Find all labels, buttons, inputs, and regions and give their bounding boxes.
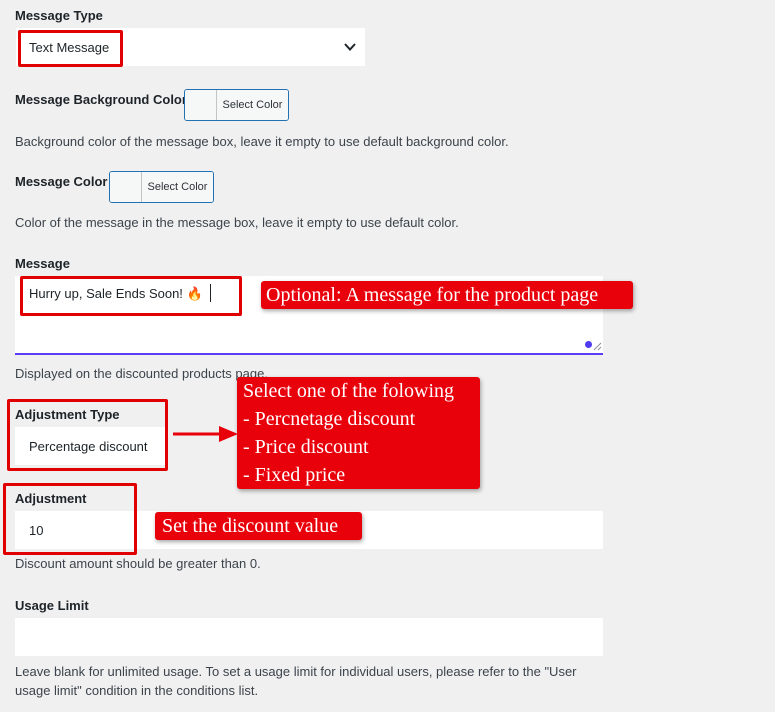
message-color-label: Message Color bbox=[15, 174, 108, 189]
chevron-down-icon bbox=[344, 43, 356, 51]
usage-limit-input[interactable] bbox=[15, 618, 603, 656]
message-color-swatch bbox=[110, 172, 142, 202]
message-background-color-label: Message Background Color bbox=[15, 92, 187, 107]
message-select-color-button[interactable]: Select Color bbox=[142, 172, 213, 202]
adjustment-description: Discount amount should be greater than 0… bbox=[15, 556, 261, 571]
message-callout-text: Optional: A message for the product page bbox=[266, 284, 599, 306]
arrow-right-icon bbox=[173, 426, 238, 442]
type-callout-line1: Select one of the folowing bbox=[243, 380, 455, 402]
adjustment-callout: Set the discount value bbox=[155, 512, 362, 540]
message-color-picker[interactable]: Select Color bbox=[109, 171, 214, 203]
adjustment-type-callout: Select one of the folowing - Percnetage … bbox=[237, 377, 480, 489]
type-callout-line3: - Price discount bbox=[243, 436, 369, 458]
background-color-swatch bbox=[185, 90, 217, 120]
resize-handle-icon[interactable] bbox=[593, 342, 602, 351]
type-callout-line2: - Percnetage discount bbox=[243, 408, 416, 430]
annotation-box-adjustment-type bbox=[7, 399, 168, 471]
annotation-box-message-type bbox=[18, 30, 123, 67]
message-background-color-description: Background color of the message box, lea… bbox=[15, 134, 509, 149]
message-background-color-picker[interactable]: Select Color bbox=[184, 89, 289, 121]
grammar-dot-icon bbox=[585, 341, 592, 348]
message-callout: Optional: A message for the product page bbox=[261, 281, 633, 309]
annotation-box-message bbox=[20, 276, 242, 316]
adjustment-callout-text: Set the discount value bbox=[162, 515, 339, 537]
annotation-box-adjustment bbox=[3, 483, 137, 555]
usage-limit-label: Usage Limit bbox=[15, 598, 89, 613]
message-color-description: Color of the message in the message box,… bbox=[15, 215, 459, 230]
message-type-label: Message Type bbox=[15, 8, 103, 23]
usage-limit-description-line2: usage limit" condition in the conditions… bbox=[15, 683, 259, 698]
message-description: Displayed on the discounted products pag… bbox=[15, 366, 268, 381]
type-callout-line4: - Fixed price bbox=[243, 464, 346, 486]
discount-settings-form: Message Type Text Message Message Backgr… bbox=[0, 0, 775, 712]
message-label: Message bbox=[15, 256, 70, 271]
background-select-color-button[interactable]: Select Color bbox=[217, 90, 288, 120]
